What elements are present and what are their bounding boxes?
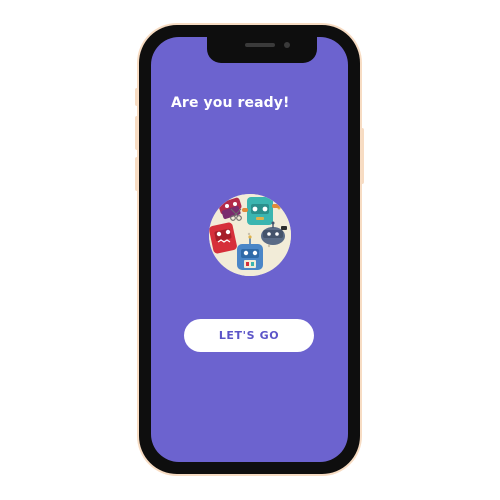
- lets-go-button[interactable]: LET'S GO: [184, 319, 314, 352]
- notch: [207, 37, 317, 63]
- robots-illustration-icon: [209, 194, 291, 276]
- front-camera: [284, 42, 290, 48]
- page-title: Are you ready!: [171, 95, 290, 111]
- speaker-grille: [245, 43, 275, 47]
- device-mockup: Are you ready! LET'S GO: [0, 0, 500, 500]
- phone-frame: Are you ready! LET'S GO: [139, 25, 360, 474]
- power-button: [360, 128, 364, 184]
- app-screen: Are you ready! LET'S GO: [151, 37, 348, 462]
